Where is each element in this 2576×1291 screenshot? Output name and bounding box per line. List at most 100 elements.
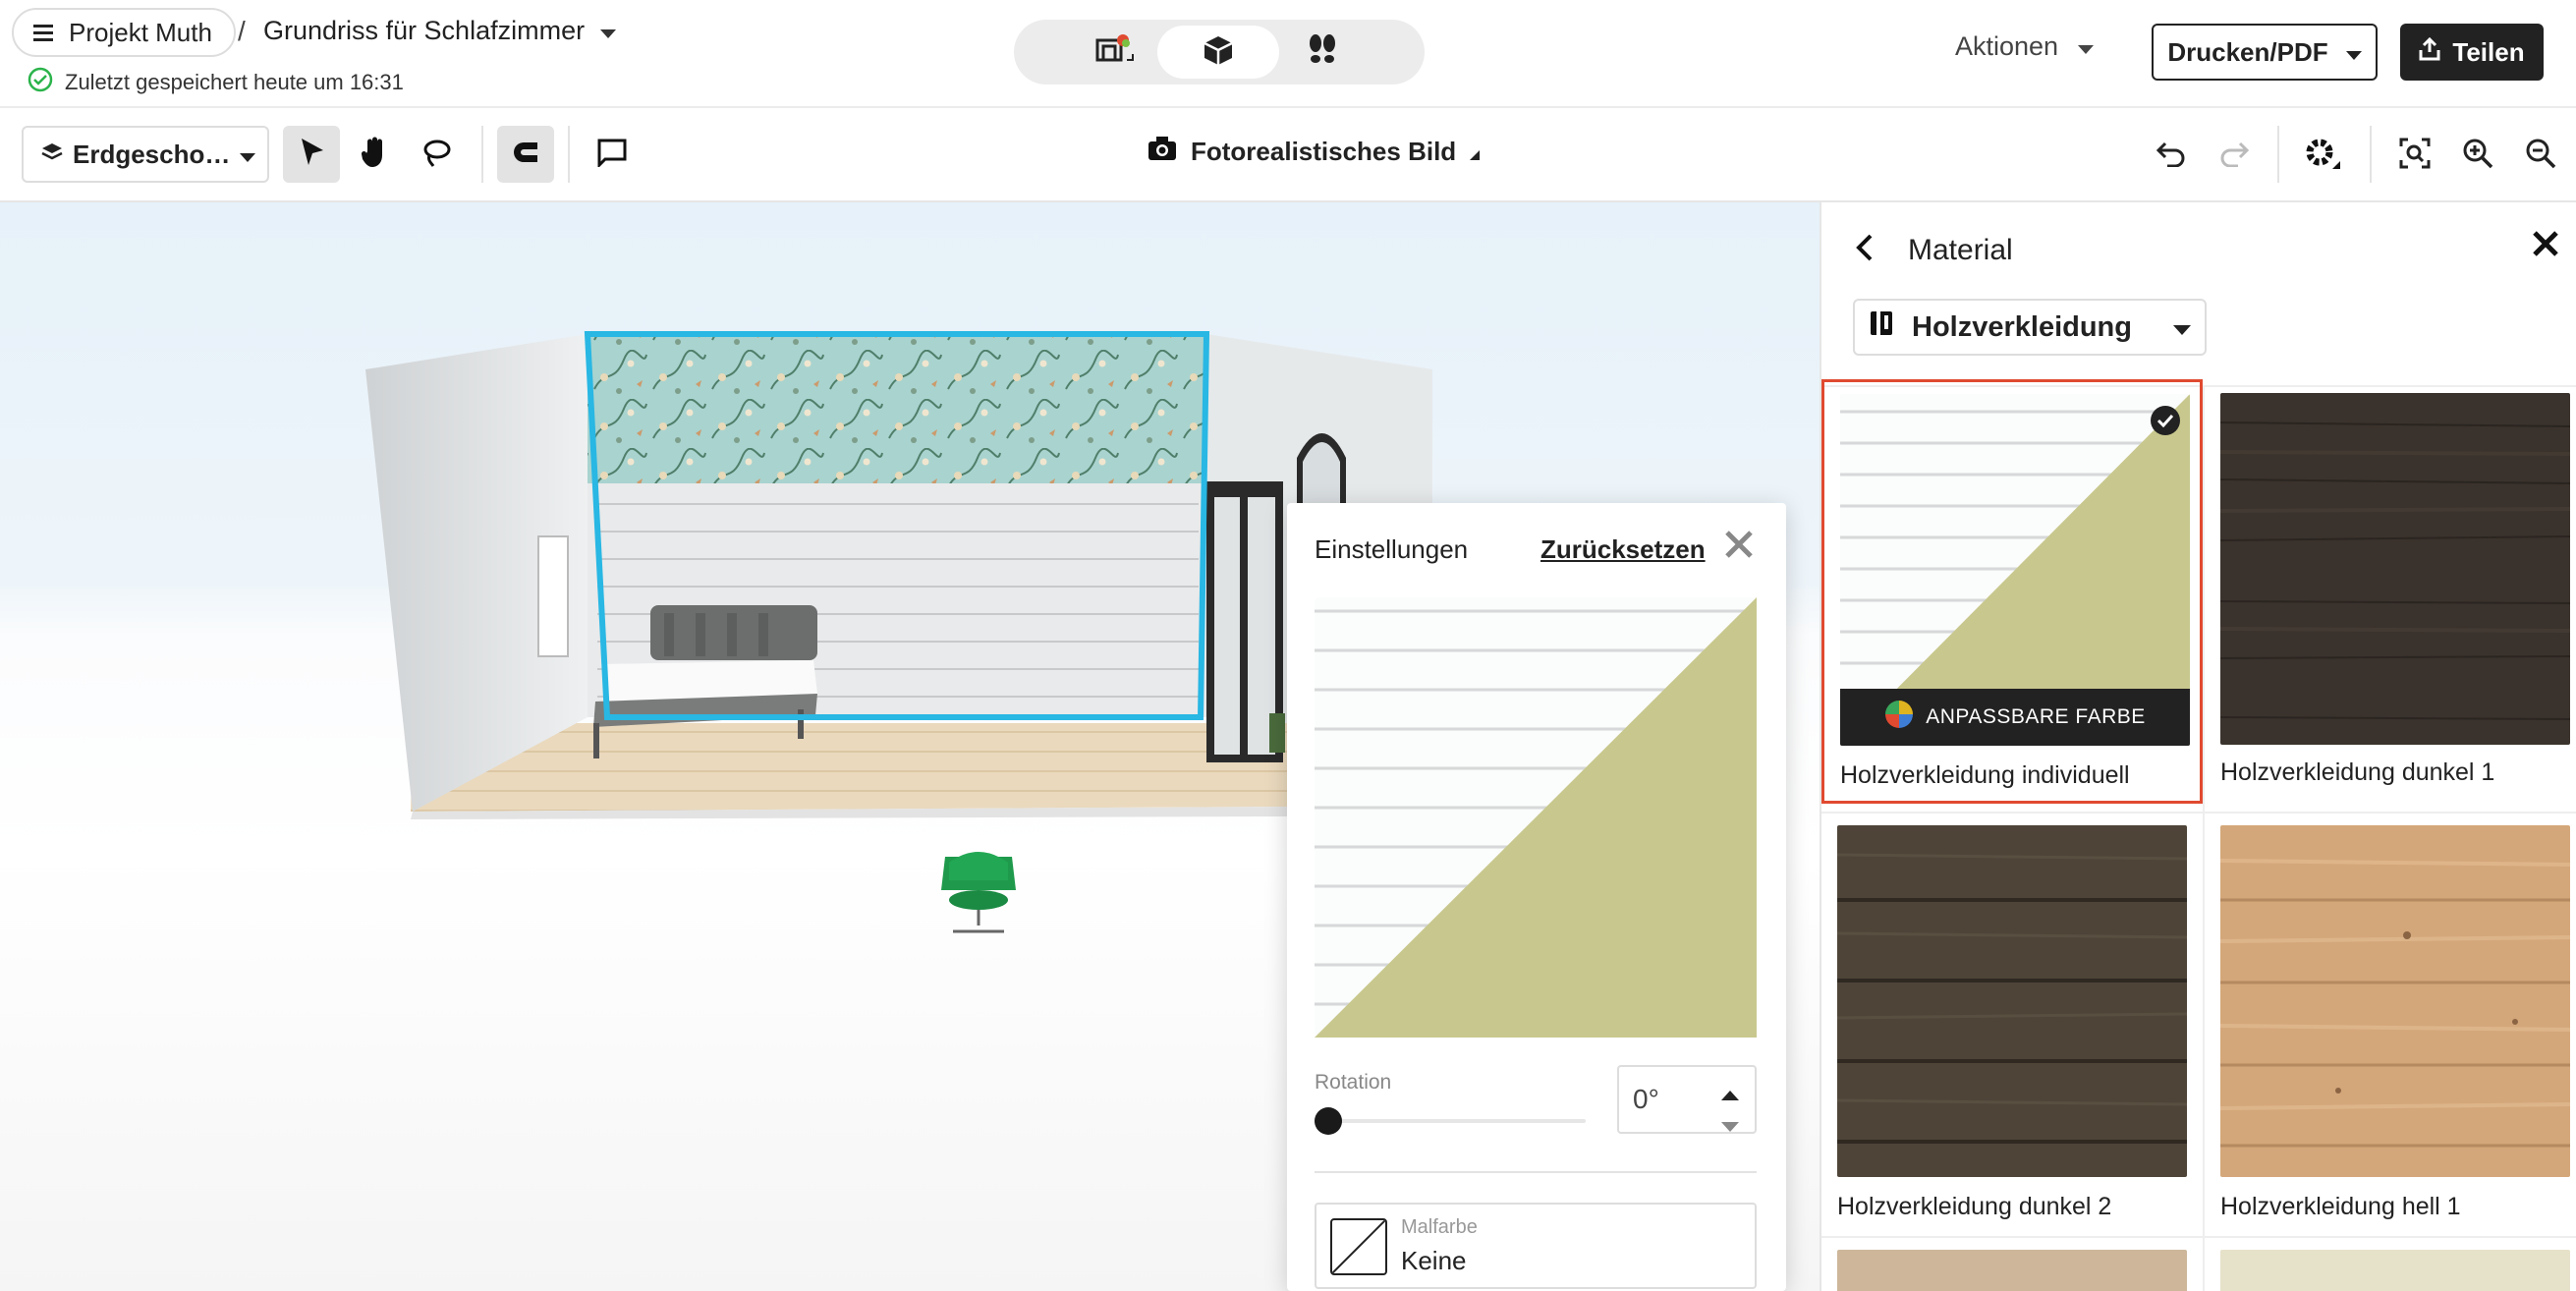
stepper-down-icon[interactable] [1721,1108,1739,1140]
view-walkthrough-button[interactable] [1261,26,1383,79]
caret-down-icon [2173,311,2191,344]
left-wall-window [537,535,569,657]
photorealistic-image-button[interactable]: Fotorealistisches Bild [1148,136,1481,168]
lasso-icon [421,137,453,173]
project-name: Projekt Muth [69,17,212,47]
material-name: Holzverkleidung dunkel 2 [1837,1193,2112,1220]
share-label: Teilen [2452,36,2525,67]
wallpaper-band [588,334,1206,483]
lasso-tool-button[interactable] [409,126,466,183]
comment-icon [596,138,628,172]
custom-color-badge: ANPASSBARE FARBE [1840,689,2190,746]
material-settings-popup: Einstellungen Zurücksetzen Rotation 0° M… [1287,503,1786,1291]
pan-tool-button[interactable] [346,126,403,183]
swatch-book-icon [1869,309,1896,345]
back-button[interactable] [1849,232,1880,268]
rotation-slider-handle[interactable] [1315,1107,1342,1135]
paint-color-label: Malfarbe [1401,1216,1478,1238]
material-preview [1315,597,1757,1038]
close-settings-button[interactable] [1723,529,1755,569]
popup-pointer [1784,821,1804,857]
saved-check-icon [28,67,53,98]
caret-down-icon [240,140,256,170]
material-thumbnail [2220,825,2570,1177]
document-title: Grundriss für Schlafzimmer [263,16,586,45]
toolbar-divider [481,126,483,183]
layers-icon [41,140,63,170]
category-label: Holzverkleidung [1912,310,2132,343]
share-upload-icon [2419,36,2440,68]
floor-select[interactable]: Erdgescho… [22,126,269,183]
material-tile-dark-1[interactable]: Holzverkleidung dunkel 1 [2205,379,2576,804]
toolbar-divider [2370,126,2372,183]
print-label: Drucken/PDF [2167,36,2328,67]
stepper-up-icon[interactable] [1721,1077,1739,1108]
settings-button[interactable] [2295,128,2350,183]
project-menu-button[interactable]: Projekt Muth [12,8,236,57]
photo-label: Fotorealistisches Bild [1191,137,1457,166]
material-category-select[interactable]: Holzverkleidung [1853,299,2207,356]
hand-icon [360,136,389,174]
camera-icon [1148,136,1177,168]
2d-plan-icon [1093,32,1135,73]
footprints-icon [1306,32,1339,73]
material-thumbnail-partial[interactable] [2220,1250,2570,1291]
zoom-fit-button[interactable] [2387,128,2442,183]
close-panel-button[interactable] [2531,226,2560,268]
select-tool-button[interactable] [283,126,340,183]
magnet-icon [510,139,541,171]
material-thumbnail-partial[interactable] [1837,1250,2187,1291]
actions-dropdown[interactable]: Aktionen [1955,31,2095,62]
paint-color-selector[interactable]: Malfarbe Keine [1315,1203,1757,1289]
close-icon [1725,531,1753,558]
redo-button[interactable] [2207,128,2262,183]
rotation-value: 0° [1633,1084,1659,1114]
undo-icon [2156,140,2187,172]
reset-link[interactable]: Zurücksetzen [1540,534,1706,565]
undo-button[interactable] [2144,128,2199,183]
share-button[interactable]: Teilen [2400,24,2544,81]
rotation-slider-track[interactable] [1316,1119,1586,1123]
chevron-left-icon [1856,234,1873,261]
breadcrumb-separator: / [238,16,246,46]
document-title-dropdown[interactable]: Grundriss für Schlafzimmer [263,16,617,46]
redo-icon [2218,140,2250,172]
print-pdf-button[interactable]: Drucken/PDF [2152,24,2378,81]
rotation-input[interactable]: 0° [1617,1065,1757,1134]
caret-down-icon [2345,37,2362,68]
color-wheel-icon [1884,700,1914,735]
material-tile-custom[interactable]: ANPASSBARE FARBE Holzverkleidung individ… [1821,379,2203,804]
material-tile-dark-2[interactable]: Holzverkleidung dunkel 2 [1821,804,2203,1228]
zoom-fit-icon [2399,138,2431,174]
toolbar-divider [568,126,570,183]
toolbar-divider [2277,126,2279,183]
caret-down-icon [2078,31,2095,62]
zoom-out-button[interactable] [2513,128,2568,183]
editor-toolbar: Erdgescho… Fotorealistisches Bild [0,108,2576,202]
3d-cube-icon [1202,33,1235,72]
comment-tool-button[interactable] [584,126,641,183]
paint-color-value: Keine [1401,1246,1467,1275]
badge-label: ANPASSBARE FARBE [1926,705,2146,728]
material-thumbnail [1837,825,2187,1177]
gear-icon [2303,136,2342,176]
material-thumbnail: ANPASSBARE FARBE [1840,394,2190,746]
hamburger-menu-icon [33,18,55,48]
material-tile-light-1[interactable]: Holzverkleidung hell 1 [2205,804,2576,1228]
rotation-label: Rotation [1315,1071,1392,1094]
zoom-in-button[interactable] [2450,128,2505,183]
magnet-snap-toggle[interactable] [497,126,554,183]
saved-status-text: Zuletzt gespeichert heute um 16:31 [65,70,404,94]
settings-title: Einstellungen [1315,534,1469,564]
no-color-swatch-icon [1330,1218,1387,1275]
material-name: Holzverkleidung hell 1 [2220,1193,2461,1220]
settings-divider [1315,1171,1757,1173]
actions-label: Aktionen [1955,31,2059,61]
save-status: Zuletzt gespeichert heute um 16:31 [28,67,404,98]
floor-label: Erdgescho… [73,139,231,169]
zoom-out-icon [2525,138,2556,174]
corner-caret-icon [1470,137,1481,167]
cursor-arrow-icon [297,137,326,173]
zoom-in-icon [2462,138,2493,174]
top-bar: Projekt Muth / Grundriss für Schlafzimme… [0,0,2576,108]
